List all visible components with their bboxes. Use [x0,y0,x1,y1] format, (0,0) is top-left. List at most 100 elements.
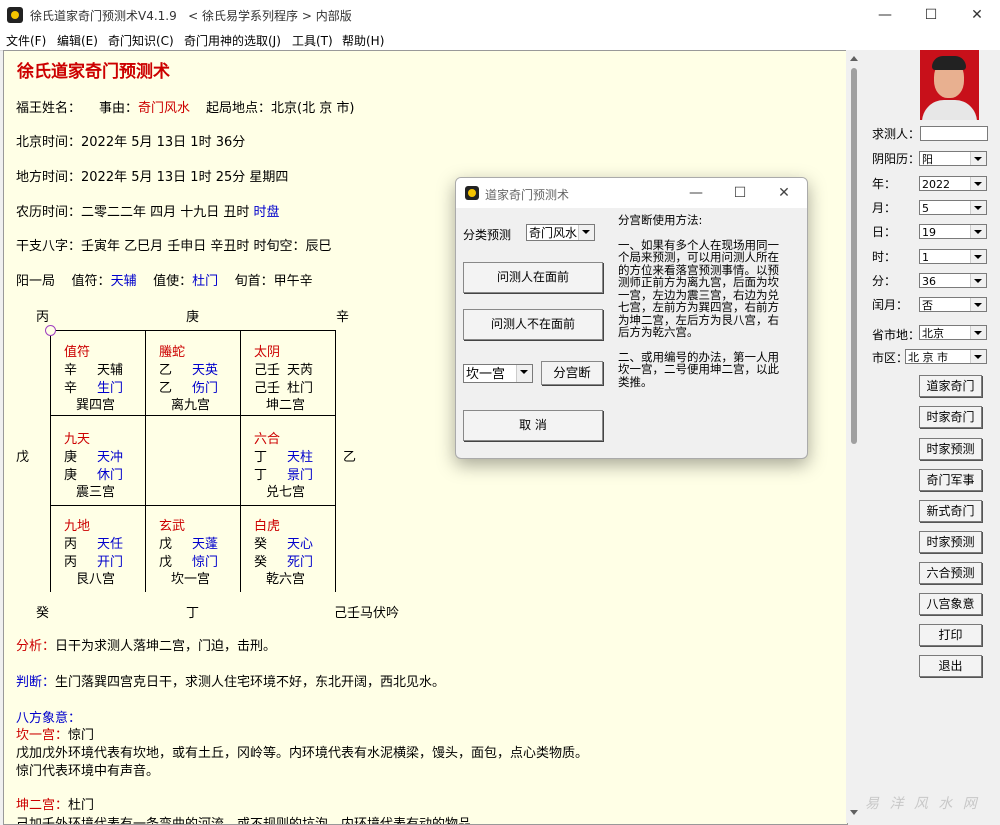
bagong-xiangyi-button[interactable]: 八宫象意 [919,593,982,615]
local-time: 地方时间：2022年 5月 13日 1时 25分 星期四 [16,170,289,185]
palace-kun-name: 坤二宫 [266,398,306,413]
minimize-button[interactable]: — [862,0,908,30]
day-value: 19 [922,226,936,239]
category-select[interactable]: 奇门风水 [526,224,595,241]
kan-label: 坎一宫： [16,728,69,743]
palace-xun-star: 天辅 [97,363,124,378]
close-button[interactable]: ✕ [954,0,1000,30]
chevron-down-icon[interactable] [970,177,986,190]
qiuceren-input[interactable] [920,126,988,141]
minute-select[interactable]: 36 [919,273,987,288]
shiyou-label: 事由： [99,101,139,116]
menu-yongshen[interactable]: 奇门用神的选取(J) [184,32,281,49]
qiuceren-label: 求测人： [872,127,921,141]
window-title: 徐氏道家奇门预测术V4.1.9 < 徐氏易学系列程序 > 内部版 [30,9,352,23]
palace-kan-r1a: 戊 [159,537,173,552]
runyue-select[interactable]: 否 [919,297,987,312]
fengongduan-button[interactable]: 分宫断 [541,361,603,385]
absent-button[interactable]: 问测人不在面前 [463,309,603,340]
scroll-up-icon[interactable] [850,56,858,61]
present-button[interactable]: 问测人在面前 [463,262,603,293]
chevron-down-icon[interactable] [970,298,986,311]
menu-qimen-knowledge[interactable]: 奇门知识(C) [108,32,174,49]
liuhe-yuce-button[interactable]: 六合预测 [919,562,982,584]
palace-kun-star: 天芮 [287,363,314,378]
chevron-down-icon[interactable] [970,326,986,339]
xinshi-qimen-button[interactable]: 新式奇门 [919,500,982,522]
ju-line: 阳一局 值符：天辅 值使：杜门 旬首：甲午辛 [16,270,313,289]
chevron-down-icon[interactable] [970,250,986,263]
panduan-label: 判断： [16,675,56,690]
chevron-down-icon[interactable] [578,225,594,240]
panduan-line: 判断：生门落巽四宫克日干，求测人住宅环境不好，东北开阔，西北见水。 [16,671,445,690]
menu-file[interactable]: 文件(F) [6,32,46,49]
grid-line-right [335,330,336,592]
dialog-close-button[interactable]: ✕ [762,178,806,208]
print-button[interactable]: 打印 [919,624,982,646]
kun-door: 杜门 [68,798,95,813]
hour-value: 1 [922,251,929,264]
dialog-minimize-button[interactable]: — [674,178,718,208]
grid-line-2 [50,505,336,506]
menu-help[interactable]: 帮助(H) [342,32,384,49]
chevron-down-icon[interactable] [516,365,532,382]
vertical-scrollbar[interactable] [846,50,863,823]
chevron-down-icon[interactable] [970,152,986,165]
maximize-button[interactable]: ☐ [908,0,954,30]
grid-line-top [56,330,336,331]
shijia-yuce-button[interactable]: 时家预测 [919,438,982,460]
cancel-button[interactable]: 取 消 [463,410,603,441]
yinyangli-value: 阳 [922,153,933,166]
month-select[interactable]: 5 [919,200,987,215]
year-select[interactable]: 2022 [919,176,987,191]
chevron-down-icon[interactable] [970,274,986,287]
shipan-link[interactable]: 时盘 [254,205,280,220]
palace-zhen-shen: 九天 [64,432,91,447]
shijia-qimen-button[interactable]: 时家奇门 [919,406,982,428]
province-select[interactable]: 北京 [919,325,987,340]
palace-gen-star: 天任 [97,537,124,552]
district-select[interactable]: 北 京 市 [905,349,987,364]
yinyangli-select[interactable]: 阳 [919,151,987,166]
author-photo [920,50,979,120]
help-paragraph-2: 二、或用编号的办法，第一人用坎一宫，二号便用坤二宫，以此类推。 [618,349,779,389]
palace-gen-r1a: 丙 [64,537,78,552]
xunshou: 旬首：甲午辛 [234,274,313,289]
palace-xun-name: 巽四宫 [76,398,116,413]
chevron-down-icon[interactable] [970,201,986,214]
palace-select[interactable]: 坎一宫 [463,364,533,383]
zhishi-label: 值使： [153,274,193,289]
kun-heading: 坤二宫：杜门 [16,794,94,813]
exit-button[interactable]: 退出 [919,655,982,677]
menu-edit[interactable]: 编辑(E) [57,32,98,49]
chevron-down-icon[interactable] [970,225,986,238]
chevron-down-icon[interactable] [970,350,986,363]
grid-line-v1 [145,330,146,592]
day-select[interactable]: 19 [919,224,987,239]
app-icon[interactable] [7,7,23,23]
photo-hair [932,56,966,70]
qimen-junshi-button[interactable]: 奇门军事 [919,469,982,491]
title-bar: 徐氏道家奇门预测术V4.1.9 < 徐氏易学系列程序 > 内部版 — ☐ ✕ [0,0,1000,30]
palace-zhen-star: 天冲 [97,450,124,465]
menu-tools[interactable]: 工具(T) [292,32,333,49]
palace-xun-r1a: 辛 [64,363,78,378]
photo-shirt [922,100,977,120]
dialog-maximize-button[interactable]: ☐ [718,178,762,208]
month-value: 5 [922,202,929,215]
hour-select[interactable]: 1 [919,249,987,264]
scroll-down-icon[interactable] [850,810,858,815]
minute-label: 分： [872,274,897,288]
palace-xun-shen: 值符 [64,345,91,360]
shijia-yuce-2-button[interactable]: 时家预测 [919,531,982,553]
palace-qian-r1a: 癸 [254,537,268,552]
day-label: 日： [872,225,897,239]
outer-top-right: 辛 [336,310,350,325]
kan-line-2: 惊门代表环境中有声音。 [16,764,160,779]
kan-door: 惊门 [68,728,95,743]
outer-bottom-mid: 丁 [186,606,200,621]
scrollbar-thumb[interactable] [851,68,857,444]
kun-label: 坤二宫： [16,798,69,813]
ju-value: 阳一局 [16,274,56,289]
daojia-qimen-button[interactable]: 道家奇门 [919,375,982,397]
